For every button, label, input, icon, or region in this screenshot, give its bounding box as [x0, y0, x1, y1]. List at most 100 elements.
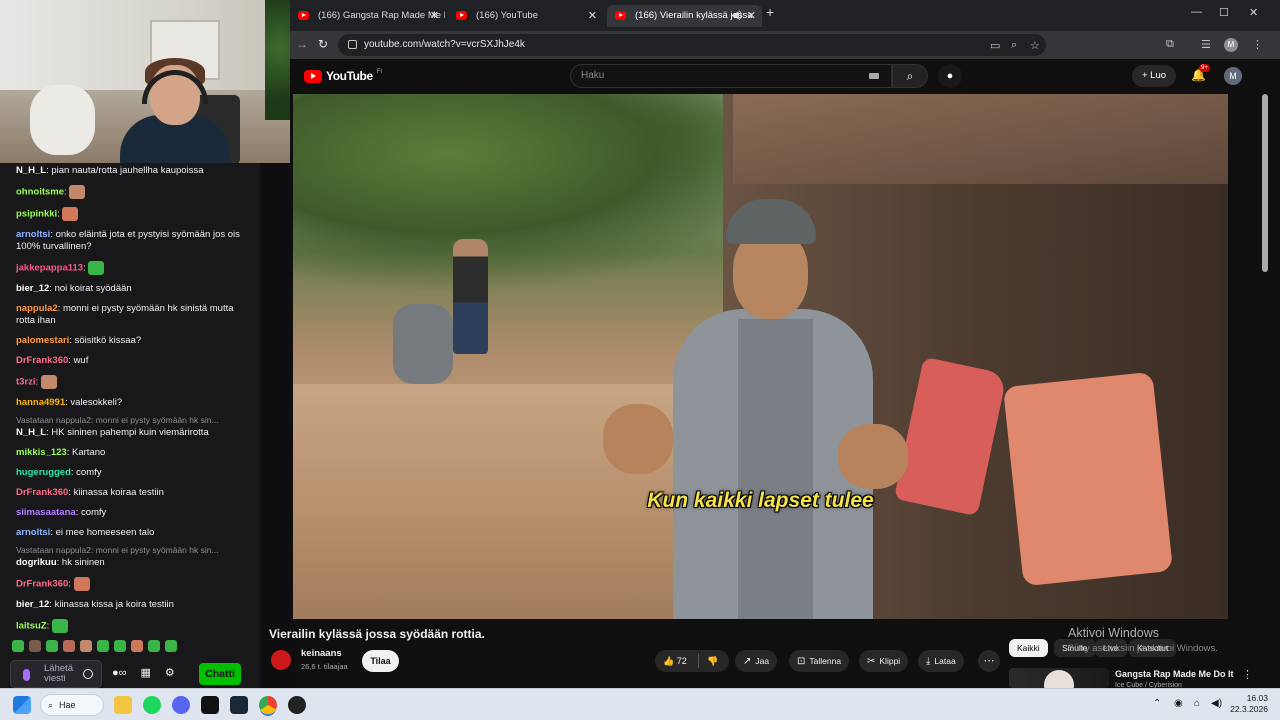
tray-mic-icon[interactable]: ◉: [1174, 698, 1183, 709]
close-tab-icon[interactable]: ✕: [747, 5, 756, 27]
chat-username[interactable]: DrFrank360: [16, 579, 68, 590]
chat-username[interactable]: bier_12: [16, 283, 49, 294]
search-button[interactable]: ⌕: [892, 64, 928, 88]
cast-icon[interactable]: ▭: [990, 39, 1000, 52]
share-button[interactable]: ↗ Jaa: [735, 650, 778, 672]
emoji-icon[interactable]: [83, 669, 93, 679]
chip-all[interactable]: Kaikki: [1009, 639, 1048, 657]
chat-username[interactable]: hugerugged: [16, 467, 71, 478]
emote-bar[interactable]: [12, 640, 252, 654]
emote-slot[interactable]: [165, 640, 177, 652]
keyboard-icon[interactable]: [869, 73, 879, 79]
channel-points-icon[interactable]: ●∞: [112, 667, 127, 679]
chat-username[interactable]: N_H_L: [16, 427, 46, 438]
chat-username[interactable]: laitsuZ: [16, 621, 47, 632]
tray-network-icon[interactable]: ⌂: [1194, 698, 1200, 709]
dislike-icon[interactable]: 👎: [707, 650, 718, 672]
minimize-icon[interactable]: —: [1191, 6, 1202, 18]
video-player[interactable]: Kun kaikki lapset tulee: [293, 94, 1228, 619]
spotify-icon[interactable]: [143, 696, 161, 714]
store-icon[interactable]: ▦: [141, 666, 151, 679]
chat-username[interactable]: psipinkki: [16, 209, 57, 220]
save-button[interactable]: ⊡ Tallenna: [789, 650, 850, 672]
more-actions-button[interactable]: ⋯: [978, 650, 1000, 672]
maximize-icon[interactable]: ☐: [1219, 6, 1229, 19]
chat-username[interactable]: mikkis_123: [16, 447, 67, 458]
create-button[interactable]: + Luo: [1132, 65, 1176, 87]
new-tab-button[interactable]: +: [766, 4, 774, 20]
close-tab-icon[interactable]: ✕: [430, 5, 439, 27]
channel-name[interactable]: keinaans: [301, 648, 342, 659]
clip-button[interactable]: ✂ Klippi: [859, 650, 909, 672]
voice-search-button[interactable]: ●: [938, 64, 962, 88]
file-explorer-icon[interactable]: [114, 696, 132, 714]
zoom-icon[interactable]: ⌕: [1011, 39, 1017, 52]
chat-username[interactable]: bier_12: [16, 599, 49, 610]
emote-slot[interactable]: [46, 640, 58, 652]
menu-kebab-icon[interactable]: ⋮: [1252, 38, 1263, 51]
speaker-icon[interactable]: ◀): [731, 5, 742, 27]
chat-username[interactable]: palomestari: [16, 335, 69, 346]
site-info-icon[interactable]: [348, 40, 357, 49]
channel-avatar[interactable]: [271, 650, 291, 670]
page-scrollbar[interactable]: [1262, 94, 1268, 272]
emote-slot[interactable]: [80, 640, 92, 652]
chat-input[interactable]: Lähetä viesti: [10, 660, 102, 688]
chat-username[interactable]: siimasaatana: [16, 507, 76, 518]
profile-avatar[interactable]: M: [1224, 38, 1238, 52]
recommended-title[interactable]: Gangsta Rap Made Me Do It: [1115, 669, 1234, 679]
download-button[interactable]: ⤓ Lataa: [918, 650, 964, 672]
emote-slot[interactable]: [12, 640, 24, 652]
recommended-more-icon[interactable]: ⋮: [1242, 668, 1253, 681]
close-window-icon[interactable]: ✕: [1249, 6, 1258, 19]
chat-username[interactable]: dogrikuu: [16, 557, 57, 568]
chat-reply-context[interactable]: Vastataan nappula2: monni ei pysty syömä…: [16, 545, 252, 555]
extensions-icon[interactable]: ⧉: [1166, 38, 1174, 51]
tray-volume-icon[interactable]: ◀): [1211, 698, 1222, 709]
taskbar-clock[interactable]: 16.03 22.3.2026: [1226, 693, 1268, 715]
chat-username[interactable]: arnoltsi: [16, 229, 50, 240]
bookmark-star-icon[interactable]: ☆: [1030, 39, 1040, 52]
chrome-icon[interactable]: [259, 696, 277, 714]
emote-slot[interactable]: [63, 640, 75, 652]
tray-chevron-icon[interactable]: ⌃: [1153, 698, 1161, 709]
media-control-icon[interactable]: ☰: [1201, 38, 1211, 51]
windows-start-icon[interactable]: [13, 696, 31, 714]
gear-icon[interactable]: ⚙: [165, 666, 175, 679]
tab-current-video[interactable]: (166) Vierailin kylässä jossa ◀) ✕: [607, 5, 762, 27]
emote-slot[interactable]: [148, 640, 160, 652]
emote-slot[interactable]: [131, 640, 143, 652]
chat-reply-context[interactable]: Vastataan nappula2: monni ei pysty syömä…: [16, 415, 252, 425]
chat-username[interactable]: DrFrank360: [16, 487, 68, 498]
chat-username[interactable]: N_H_L: [16, 165, 46, 176]
reload-icon[interactable]: ↻: [318, 37, 328, 51]
emote-slot[interactable]: [29, 640, 41, 652]
discord-icon[interactable]: [172, 696, 190, 714]
tab-youtube[interactable]: (166) YouTube ✕: [448, 5, 603, 27]
search-input[interactable]: Haku: [570, 64, 892, 88]
obs-icon[interactable]: [288, 696, 306, 714]
subscribe-button[interactable]: Tilaa: [362, 650, 399, 672]
x-app-icon[interactable]: [201, 696, 219, 714]
chat-username[interactable]: nappula2: [16, 303, 58, 314]
taskbar-search[interactable]: ⌕ Hae: [40, 694, 104, 716]
emote-slot[interactable]: [97, 640, 109, 652]
chat-username[interactable]: arnoltsi: [16, 527, 50, 538]
chat-username[interactable]: hanna4991: [16, 397, 65, 408]
chat-username[interactable]: DrFrank360: [16, 355, 68, 366]
chat-send-button[interactable]: Chatti: [199, 663, 241, 685]
omnibox[interactable]: youtube.com/watch?v=vcrSXJhJe4k ▭ ⌕ ☆: [338, 34, 1046, 56]
back-icon[interactable]: →: [296, 37, 308, 51]
chat-username[interactable]: ohnoitsme: [16, 187, 64, 198]
notifications-button[interactable]: 🔔 9+: [1191, 64, 1210, 82]
mic-icon[interactable]: [23, 669, 30, 681]
emote-slot[interactable]: [114, 640, 126, 652]
chat-username[interactable]: t3rzi: [16, 377, 36, 388]
recommended-thumbnail[interactable]: [1009, 668, 1109, 688]
url-text[interactable]: youtube.com/watch?v=vcrSXJhJe4k: [364, 34, 525, 56]
tab-gangsta-rap[interactable]: (166) Gangsta Rap Made Me Do It ✕: [290, 5, 445, 27]
steam-icon[interactable]: [230, 696, 248, 714]
youtube-logo[interactable]: YouTube FI: [304, 69, 382, 83]
like-button[interactable]: 👍 72: [663, 650, 687, 672]
chat-username[interactable]: jakkepappa113: [16, 263, 83, 274]
